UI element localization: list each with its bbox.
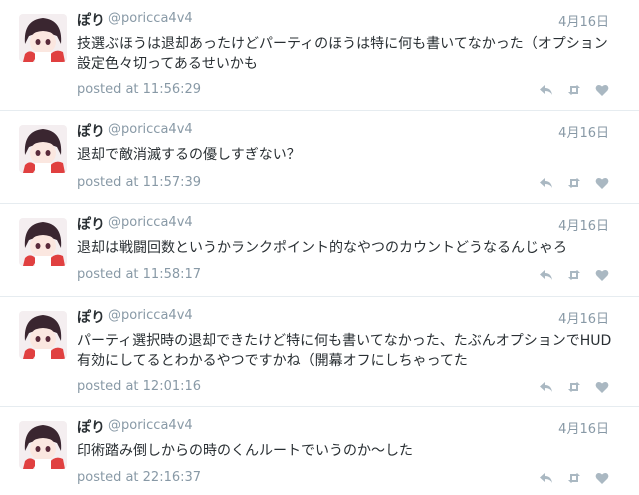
posted-time: posted at 12:01:16 bbox=[77, 379, 202, 394]
anime-avatar-icon bbox=[19, 125, 67, 173]
tweet-date[interactable]: 4月16日 bbox=[558, 308, 609, 327]
user-handle[interactable]: @poricca4v4 bbox=[108, 215, 193, 230]
retweet-icon[interactable] bbox=[567, 176, 581, 190]
tweet-text: 印術踏み倒しからの時のくんルートでいうのか〜した bbox=[77, 443, 413, 459]
retweet-icon[interactable] bbox=[567, 268, 581, 282]
tweet-date[interactable]: 4月16日 bbox=[558, 215, 609, 234]
heart-icon[interactable] bbox=[595, 380, 609, 394]
tweet-actions bbox=[539, 471, 609, 485]
heart-icon[interactable] bbox=[595, 268, 609, 282]
reply-icon[interactable] bbox=[539, 176, 553, 190]
tweet-date[interactable]: 4月16日 bbox=[558, 122, 609, 141]
tweet-text: 退却で敵消滅するの優しすぎない？ bbox=[77, 147, 301, 163]
avatar[interactable] bbox=[19, 218, 67, 266]
tweet-item: ぽり @poricca4v4 4月16日 退却で敵消滅するの優しすぎない？ po… bbox=[0, 111, 639, 204]
heart-icon[interactable] bbox=[595, 471, 609, 485]
user-handle[interactable]: @poricca4v4 bbox=[108, 418, 193, 433]
tweet-text: 退却は戦闘回数というかランクポイント的なやつのカウントどうなるんじゃろ bbox=[77, 240, 567, 256]
tweet-item: ぽり @poricca4v4 4月16日 印術踏み倒しからの時のくんルートでいう… bbox=[0, 407, 639, 495]
heart-icon[interactable] bbox=[595, 83, 609, 97]
retweet-icon[interactable] bbox=[567, 83, 581, 97]
tweet-text: パーティ選択時の退却できたけど特に何も書いてなかった、たぶんオプションでHUD有… bbox=[77, 333, 612, 369]
tweet-actions bbox=[539, 268, 609, 282]
tweet-item: ぽり @poricca4v4 4月16日 パーティ選択時の退却できたけど特に何も… bbox=[0, 297, 639, 407]
anime-avatar-icon bbox=[19, 14, 67, 62]
user-name[interactable]: ぽり bbox=[77, 10, 105, 30]
tweet-item: ぽり @poricca4v4 4月16日 技選ぶほうは退却あったけどパーティのほ… bbox=[0, 0, 639, 111]
tweet-text: 技選ぶほうは退却あったけどパーティのほうは特に何も書いてなかった（オプション設定… bbox=[77, 36, 608, 72]
tweet-date[interactable]: 4月16日 bbox=[558, 418, 609, 437]
reply-icon[interactable] bbox=[539, 268, 553, 282]
user-name[interactable]: ぽり bbox=[77, 121, 105, 141]
avatar[interactable] bbox=[19, 421, 67, 469]
user-handle[interactable]: @poricca4v4 bbox=[108, 122, 193, 137]
reply-icon[interactable] bbox=[539, 380, 553, 394]
tweet-item: ぽり @poricca4v4 4月16日 退却は戦闘回数というかランクポイント的… bbox=[0, 204, 639, 297]
tweet-actions bbox=[539, 380, 609, 394]
posted-time: posted at 11:56:29 bbox=[77, 82, 202, 97]
reply-icon[interactable] bbox=[539, 471, 553, 485]
anime-avatar-icon bbox=[19, 421, 67, 469]
user-name[interactable]: ぽり bbox=[77, 214, 105, 234]
posted-time: posted at 22:16:37 bbox=[77, 470, 202, 485]
posted-time: posted at 11:58:17 bbox=[77, 267, 202, 282]
heart-icon[interactable] bbox=[595, 176, 609, 190]
user-handle[interactable]: @poricca4v4 bbox=[108, 11, 193, 26]
avatar[interactable] bbox=[19, 14, 67, 62]
reply-icon[interactable] bbox=[539, 83, 553, 97]
user-handle[interactable]: @poricca4v4 bbox=[108, 308, 193, 323]
avatar[interactable] bbox=[19, 125, 67, 173]
user-name[interactable]: ぽり bbox=[77, 417, 105, 437]
tweet-timeline: ぽり @poricca4v4 4月16日 技選ぶほうは退却あったけどパーティのほ… bbox=[0, 0, 639, 495]
tweet-actions bbox=[539, 176, 609, 190]
tweet-actions bbox=[539, 83, 609, 97]
anime-avatar-icon bbox=[19, 311, 67, 359]
retweet-icon[interactable] bbox=[567, 471, 581, 485]
posted-time: posted at 11:57:39 bbox=[77, 175, 202, 190]
anime-avatar-icon bbox=[19, 218, 67, 266]
retweet-icon[interactable] bbox=[567, 380, 581, 394]
avatar[interactable] bbox=[19, 311, 67, 359]
tweet-date[interactable]: 4月16日 bbox=[558, 11, 609, 30]
user-name[interactable]: ぽり bbox=[77, 307, 105, 327]
